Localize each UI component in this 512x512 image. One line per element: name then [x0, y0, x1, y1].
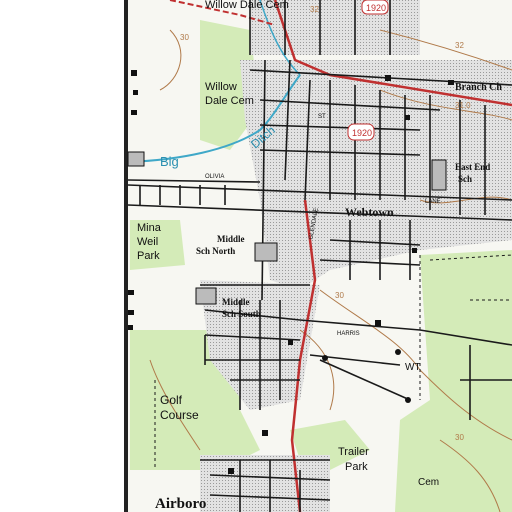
route-label-top: 1920 — [366, 3, 386, 13]
label-big: Big — [160, 154, 179, 169]
contour-label-30a: 30 — [335, 291, 344, 300]
label-east-end-2: Sch — [458, 174, 472, 184]
label-harris: HARRIS — [337, 331, 360, 337]
label-willow: Willow — [205, 81, 237, 93]
label-middle-south-2: Sch South — [222, 309, 261, 319]
label-trailer: Trailer — [338, 446, 369, 458]
label-willow-dale-cem-top: Willow Dale Cem — [205, 0, 289, 11]
contour-label-30c: 30 — [180, 33, 189, 42]
label-trailer-park: Park — [345, 461, 368, 473]
contour-label-32: 32 — [455, 41, 464, 50]
label-cem: Cem — [418, 477, 439, 488]
label-weil: Weil — [137, 236, 158, 248]
contour-label-30b: 30 — [455, 433, 464, 442]
label-middle-north-1: Middle — [217, 234, 245, 244]
label-course: Course — [160, 408, 199, 422]
label-wt: WT — [405, 362, 421, 373]
label-east-end-1: East End — [455, 162, 490, 172]
topographic-map[interactable]: Willow Dale Cem Willow Dale Cem Big Ditc… — [0, 0, 512, 512]
label-golf: Golf — [160, 393, 183, 407]
label-airboro: Airboro — [155, 496, 206, 512]
urban-area-south — [200, 455, 330, 512]
label-mina: Mina — [137, 222, 162, 234]
label-lane: LANE — [425, 199, 441, 205]
label-middle-south-1: Middle — [222, 297, 250, 307]
map-canvas: Willow Dale Cem Willow Dale Cem Big Ditc… — [0, 0, 512, 512]
label-olivia: OLIVIA — [205, 174, 224, 180]
route-label-mid: 1920 — [352, 128, 372, 138]
label-dale-cem: Dale Cem — [205, 95, 254, 107]
label-webtown: Webtown — [345, 205, 394, 219]
label-middle-north-2: Sch North — [196, 246, 235, 256]
contour-label-31: 31.0 — [455, 101, 471, 110]
label-branch-ch: Branch Ch — [455, 82, 502, 93]
map-edge-line — [124, 0, 128, 512]
label-park: Park — [137, 250, 160, 262]
label-st: ST — [318, 114, 326, 120]
contour-label-32b: 32 — [310, 5, 319, 14]
